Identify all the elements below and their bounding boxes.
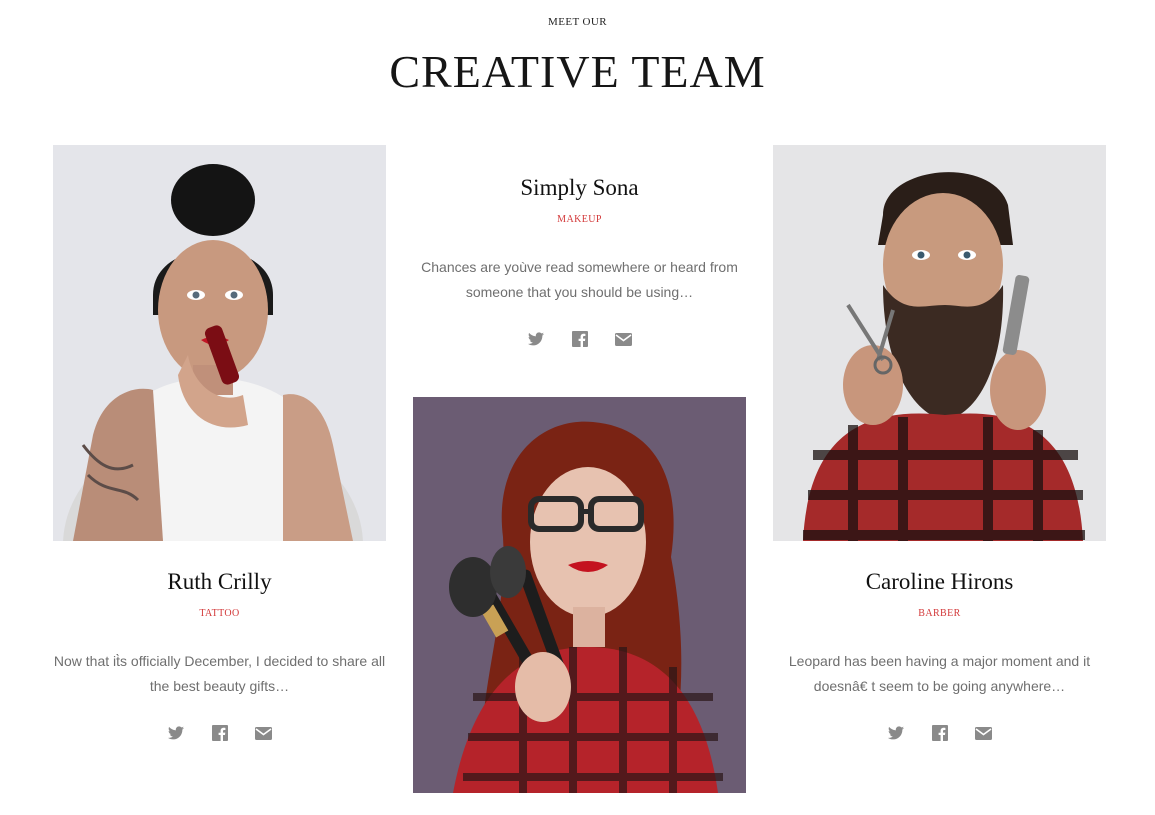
member-name: Simply Sona xyxy=(520,175,639,200)
facebook-icon[interactable] xyxy=(571,330,589,348)
facebook-icon[interactable] xyxy=(211,724,229,742)
envelope-icon[interactable] xyxy=(975,724,993,742)
twitter-icon[interactable] xyxy=(167,724,185,742)
member-bio: Now that it̀s officially December, I dec… xyxy=(53,653,386,694)
envelope-icon[interactable] xyxy=(255,724,273,742)
member-photo-2 xyxy=(413,397,746,793)
member-name: Ruth Crilly xyxy=(167,569,272,594)
member-bio: Leopard has been having a major moment a… xyxy=(788,653,1091,694)
member-role: MAKEUP xyxy=(557,214,602,225)
team-card-2: Simply Sona MAKEUP Chances are yoùve re… xyxy=(413,145,746,793)
member-role: TATTOO xyxy=(199,608,240,619)
member-bio: Chances are yoùve read somewhere or hea… xyxy=(421,259,738,300)
team-card-3: Caroline Hirons BARBER Leopard has been … xyxy=(773,145,1106,743)
member-info-3: Caroline Hirons BARBER Leopard has been … xyxy=(773,567,1106,743)
member-name: Caroline Hirons xyxy=(865,569,1014,594)
member-photo-3 xyxy=(773,145,1106,541)
twitter-icon[interactable] xyxy=(887,724,905,742)
twitter-icon[interactable] xyxy=(527,330,545,348)
section-eyebrow: MEET OUR xyxy=(548,16,607,28)
facebook-icon[interactable] xyxy=(931,724,949,742)
social-links xyxy=(53,723,386,743)
member-info-2: Simply Sona MAKEUP Chances are yoùve re… xyxy=(413,173,746,397)
team-card-1: Ruth Crilly TATTOO Now that it̀s officia… xyxy=(53,145,386,743)
envelope-icon[interactable] xyxy=(615,330,633,348)
social-links xyxy=(773,723,1106,743)
member-photo-1 xyxy=(53,145,386,541)
section-title: CREATIVE TEAM xyxy=(389,46,766,97)
social-links xyxy=(413,329,746,349)
member-role: BARBER xyxy=(918,608,961,619)
member-info-1: Ruth Crilly TATTOO Now that it̀s officia… xyxy=(53,567,386,743)
